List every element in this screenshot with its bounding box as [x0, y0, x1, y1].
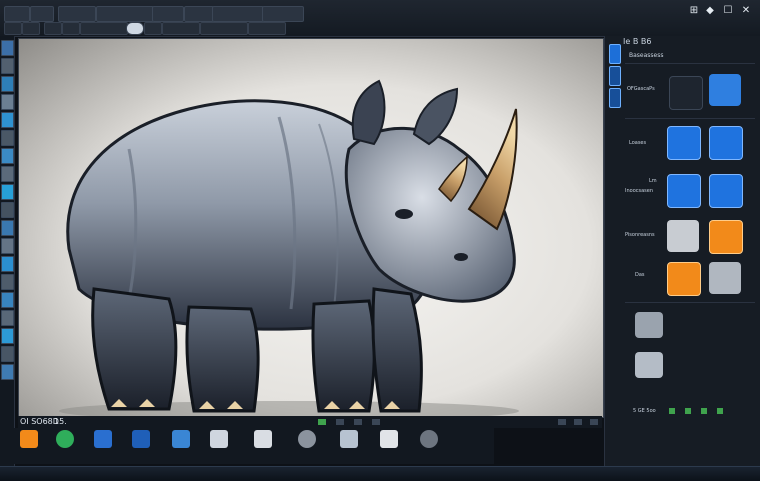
thumbnail-3[interactable] [1, 76, 14, 92]
dock-app-rhino-icon[interactable] [298, 430, 316, 448]
tool-icon-1[interactable] [635, 312, 663, 338]
row-label-3: Lm [649, 178, 657, 184]
window-diamond-icon[interactable]: ◆ [704, 5, 716, 17]
thumbnail-14[interactable] [1, 274, 14, 290]
thumbnail-1[interactable] [1, 40, 14, 56]
row-label-2: Loases [629, 140, 647, 146]
toolbar-small-1[interactable] [4, 22, 22, 35]
dock-app-doc-icon[interactable] [210, 430, 228, 448]
toolbar-small-3[interactable] [44, 22, 62, 35]
camera-icon[interactable] [709, 262, 741, 294]
panel-tab-2[interactable] [609, 66, 621, 86]
toolbar-small-5[interactable] [80, 22, 128, 35]
row-label-5: Pisonreasns [625, 232, 655, 238]
thumbnail-4[interactable] [1, 94, 14, 110]
footer-indicator-2 [685, 408, 691, 414]
status-indicator-1 [318, 419, 326, 425]
toolbar-button-6[interactable] [184, 6, 214, 22]
dock-app-cloud-icon[interactable] [420, 430, 438, 448]
dock-app-window-icon[interactable] [172, 430, 190, 448]
toolbar-small-7[interactable] [162, 22, 200, 35]
window-close-icon[interactable]: ✕ [740, 5, 752, 17]
thumbnail-19[interactable] [1, 364, 14, 380]
footer-indicator-4 [717, 408, 723, 414]
preview-frame-icon[interactable] [669, 76, 703, 110]
panel-header: Ie B B6 [623, 37, 652, 46]
right-panel: Ie B B6 Baseassess OFGascaPs Loases Lm I… [604, 36, 760, 466]
toolbar-button-1[interactable] [4, 6, 30, 22]
row-label-1: OFGascaPs [627, 86, 655, 92]
dock-app-green-icon[interactable] [56, 430, 74, 448]
window-maximize-icon[interactable]: ☐ [722, 5, 734, 17]
toolbar-small-6[interactable] [144, 22, 162, 35]
status-indicator-3 [354, 419, 362, 425]
refresh-icon[interactable] [709, 174, 743, 208]
panel-section-title: Baseassess [629, 52, 664, 59]
palette-icon[interactable] [709, 74, 741, 106]
layer-icon[interactable] [667, 126, 701, 160]
thumbnail-2[interactable] [1, 58, 14, 74]
folder-icon[interactable] [667, 262, 701, 296]
canvas-status-bar: OI SO68D 15. [18, 416, 602, 428]
status-indicator-2 [336, 419, 344, 425]
sync-icon[interactable] [667, 174, 701, 208]
dock-app-file-icon[interactable] [340, 430, 358, 448]
thumbnail-5[interactable] [1, 112, 14, 128]
thumbnail-11[interactable] [1, 220, 14, 236]
dock-app-monitor-icon[interactable] [94, 430, 112, 448]
status-indicator-5 [558, 419, 566, 425]
globe-icon[interactable] [709, 126, 743, 160]
toolbar-button-7[interactable] [212, 6, 264, 22]
status-value: 15. [54, 417, 67, 426]
status-indicator-4 [372, 419, 380, 425]
toolbar-small-8[interactable] [200, 22, 248, 35]
divider [625, 302, 755, 303]
window-grid-icon[interactable]: ⊞ [688, 5, 700, 17]
status-indicator-7 [590, 419, 598, 425]
thumbnail-15[interactable] [1, 292, 14, 308]
book-icon[interactable] [667, 220, 699, 252]
toolbar-radio[interactable] [126, 22, 144, 35]
thumbnail-16[interactable] [1, 310, 14, 326]
toolbar-button-4[interactable] [96, 6, 154, 22]
toolbar-small-9[interactable] [248, 22, 286, 35]
tool-icon-2[interactable] [635, 352, 663, 378]
row-label-6: Das [635, 272, 645, 278]
thumbnail-7[interactable] [1, 148, 14, 164]
divider [625, 63, 755, 64]
thumbnail-12[interactable] [1, 238, 14, 254]
thumbnail-18[interactable] [1, 346, 14, 362]
panel-footer: 5 GE 5oo [633, 408, 656, 414]
panel-tab-3[interactable] [609, 88, 621, 108]
dock-app-flag-icon[interactable] [132, 430, 150, 448]
thumbnail-9[interactable] [1, 184, 14, 200]
status-indicator-6 [574, 419, 582, 425]
thumbnail-6[interactable] [1, 130, 14, 146]
taskbar [0, 466, 760, 481]
thumbnail-13[interactable] [1, 256, 14, 272]
dock [14, 428, 494, 464]
toolbar-small-2[interactable] [22, 22, 40, 35]
left-thumbnail-strip [0, 36, 15, 466]
thumbnail-10[interactable] [1, 202, 14, 218]
row-label-4: Inoocsasen [625, 188, 654, 194]
gallery-icon[interactable] [709, 220, 743, 254]
footer-indicator-1 [669, 408, 675, 414]
divider [625, 118, 755, 119]
thumbnail-17[interactable] [1, 328, 14, 344]
dock-app-orange-icon[interactable] [20, 430, 38, 448]
panel-tab-1[interactable] [609, 44, 621, 64]
toolbar-button-8[interactable] [262, 6, 304, 22]
footer-indicator-3 [701, 408, 707, 414]
dock-app-sheet-icon[interactable] [254, 430, 272, 448]
rhino-render-image [59, 79, 519, 417]
toolbar-button-5[interactable] [152, 6, 184, 22]
toolbar-button-3[interactable] [58, 6, 96, 22]
image-canvas[interactable] [18, 38, 604, 418]
toolbar-small-4[interactable] [62, 22, 80, 35]
thumbnail-8[interactable] [1, 166, 14, 182]
toolbar-button-2[interactable] [30, 6, 54, 22]
dock-app-chat-icon[interactable] [380, 430, 398, 448]
top-toolbar: ⊞ ◆ ☐ ✕ [0, 0, 760, 37]
